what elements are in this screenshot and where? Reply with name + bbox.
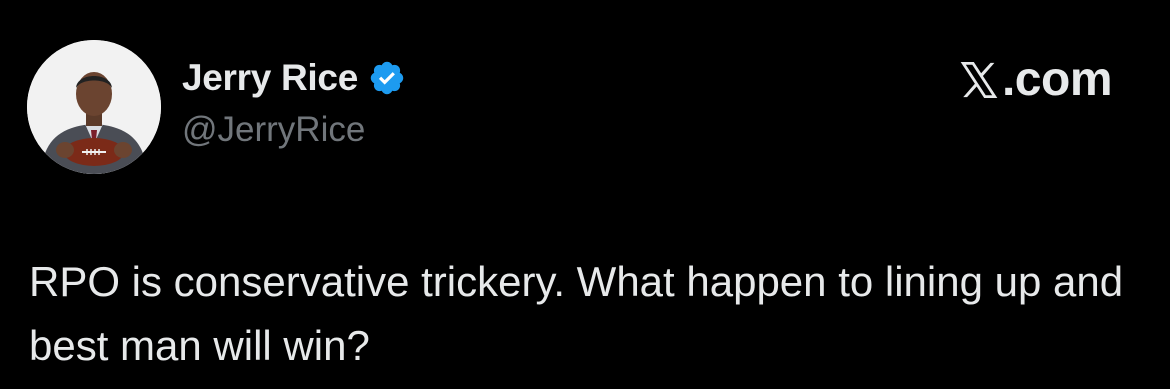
brand-domain-text: .com bbox=[1001, 53, 1113, 106]
verified-badge-icon bbox=[368, 59, 406, 97]
display-name[interactable]: Jerry Rice bbox=[182, 57, 358, 99]
x-logo-icon bbox=[958, 58, 1000, 102]
author-handle[interactable]: @JerryRice bbox=[182, 110, 365, 150]
tweet-text: RPO is conservative trickery. What happe… bbox=[29, 258, 1124, 369]
brand-watermark: .com bbox=[958, 52, 1113, 107]
avatar[interactable] bbox=[27, 40, 161, 174]
tweet-card: Jerry Rice @JerryRice .com RPO is conser… bbox=[0, 0, 1170, 389]
author-name-row: Jerry Rice bbox=[182, 55, 406, 101]
profile-photo-avatar bbox=[27, 40, 161, 174]
